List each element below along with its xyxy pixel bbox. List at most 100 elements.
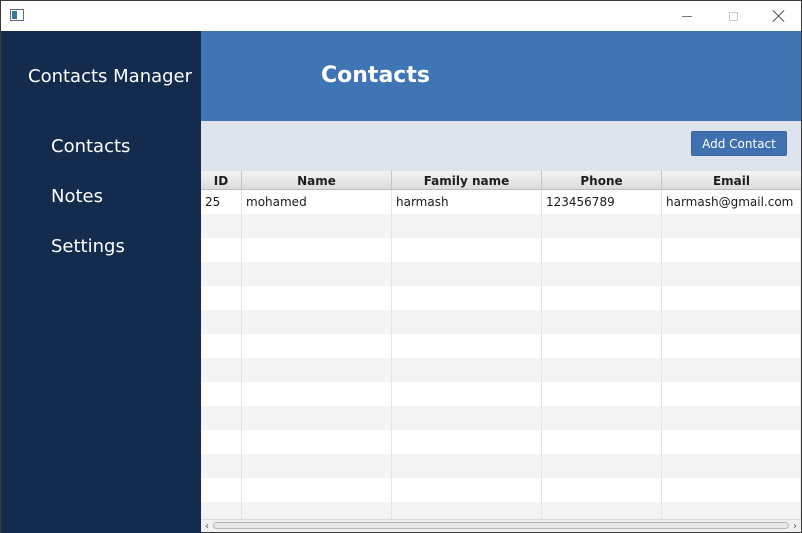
cell-phone	[542, 310, 662, 334]
sidebar-item-contacts[interactable]: Contacts	[51, 136, 130, 157]
contacts-table[interactable]: ID Name Family name Phone Email 25 mohame…	[201, 171, 801, 519]
maximize-icon	[728, 11, 738, 21]
cell-family-name	[392, 382, 542, 406]
empty-table-row[interactable]	[201, 430, 801, 454]
main-content: Contacts Add Contact ID Name Family name…	[201, 31, 801, 533]
empty-table-row[interactable]	[201, 454, 801, 478]
empty-table-row[interactable]	[201, 502, 801, 519]
cell-family-name	[392, 406, 542, 430]
cell-name	[242, 238, 392, 262]
cell-id	[201, 382, 242, 406]
cell-name	[242, 478, 392, 502]
cell-family-name	[392, 238, 542, 262]
column-header-email[interactable]: Email	[662, 171, 801, 190]
cell-name	[242, 406, 392, 430]
cell-family-name: harmash	[392, 190, 542, 214]
cell-id	[201, 478, 242, 502]
toolbar: Add Contact	[201, 121, 801, 171]
cell-phone: 123456789	[542, 190, 662, 214]
page-header: Contacts	[201, 31, 801, 121]
sidebar-app-title: Contacts Manager	[28, 66, 193, 87]
cell-id	[201, 286, 242, 310]
scroll-right-icon[interactable]: ›	[789, 520, 801, 532]
empty-table-row[interactable]	[201, 214, 801, 238]
cell-name	[242, 334, 392, 358]
column-header-id[interactable]: ID	[201, 171, 242, 190]
cell-id	[201, 454, 242, 478]
minimize-icon	[682, 15, 692, 17]
cell-email: harmash@gmail.com	[662, 190, 801, 214]
maximize-button[interactable]	[710, 1, 756, 31]
table-row[interactable]: 25 mohamed harmash 123456789 harmash@gmail.c…	[201, 190, 801, 214]
cell-phone	[542, 430, 662, 454]
cell-phone	[542, 286, 662, 310]
minimize-button[interactable]	[664, 1, 710, 31]
add-contact-button[interactable]: Add Contact	[691, 131, 787, 156]
cell-name	[242, 358, 392, 382]
cell-email	[662, 310, 801, 334]
cell-id: 25	[201, 190, 242, 214]
app-window: Contacts Manager Contacts Notes Settings…	[0, 0, 802, 533]
cell-name: mohamed	[242, 190, 392, 214]
sidebar: Contacts Manager Contacts Notes Settings	[1, 31, 201, 533]
cell-family-name	[392, 214, 542, 238]
cell-phone	[542, 238, 662, 262]
cell-phone	[542, 478, 662, 502]
cell-family-name	[392, 310, 542, 334]
empty-table-row[interactable]	[201, 406, 801, 430]
cell-id	[201, 358, 242, 382]
cell-phone	[542, 454, 662, 478]
cell-phone	[542, 358, 662, 382]
empty-table-row[interactable]	[201, 382, 801, 406]
cell-family-name	[392, 262, 542, 286]
sidebar-item-notes[interactable]: Notes	[51, 186, 103, 207]
cell-email	[662, 334, 801, 358]
cell-id	[201, 214, 242, 238]
cell-family-name	[392, 334, 542, 358]
cell-name	[242, 214, 392, 238]
cell-name	[242, 286, 392, 310]
cell-id	[201, 238, 242, 262]
cell-phone	[542, 262, 662, 286]
title-bar[interactable]	[1, 1, 801, 31]
empty-table-row[interactable]	[201, 286, 801, 310]
column-header-name[interactable]: Name	[242, 171, 392, 190]
cell-name	[242, 454, 392, 478]
page-title: Contacts	[321, 63, 430, 88]
cell-id	[201, 310, 242, 334]
empty-table-row[interactable]	[201, 310, 801, 334]
empty-table-row[interactable]	[201, 478, 801, 502]
cell-name	[242, 502, 392, 519]
sidebar-item-settings[interactable]: Settings	[51, 236, 125, 257]
empty-table-row[interactable]	[201, 238, 801, 262]
empty-table-row[interactable]	[201, 262, 801, 286]
close-icon	[773, 10, 785, 22]
empty-table-row[interactable]	[201, 334, 801, 358]
column-header-phone[interactable]: Phone	[542, 171, 662, 190]
cell-email	[662, 454, 801, 478]
cell-email	[662, 502, 801, 519]
horizontal-scrollbar[interactable]: ‹ ›	[201, 519, 801, 532]
cell-phone	[542, 406, 662, 430]
cell-email	[662, 406, 801, 430]
cell-family-name	[392, 478, 542, 502]
close-button[interactable]	[756, 1, 802, 31]
column-header-family-name[interactable]: Family name	[392, 171, 542, 190]
cell-phone	[542, 334, 662, 358]
scrollbar-thumb[interactable]	[213, 522, 789, 529]
scroll-left-icon[interactable]: ‹	[201, 520, 213, 532]
cell-family-name	[392, 430, 542, 454]
app-window-icon	[10, 9, 24, 21]
cell-phone	[542, 382, 662, 406]
cell-id	[201, 430, 242, 454]
cell-id	[201, 262, 242, 286]
cell-email	[662, 262, 801, 286]
cell-email	[662, 286, 801, 310]
cell-family-name	[392, 358, 542, 382]
cell-phone	[542, 214, 662, 238]
cell-name	[242, 310, 392, 334]
cell-name	[242, 430, 392, 454]
empty-table-row[interactable]	[201, 358, 801, 382]
cell-name	[242, 382, 392, 406]
cell-id	[201, 406, 242, 430]
